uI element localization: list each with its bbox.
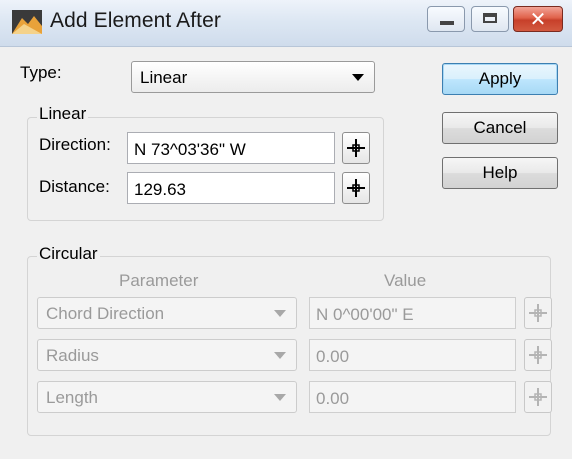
crosshair-icon (529, 304, 547, 322)
crosshair-icon (529, 346, 547, 364)
crosshair-icon (347, 139, 365, 157)
length-input[interactable]: 0.00 (309, 381, 516, 413)
chevron-down-icon (274, 352, 286, 359)
distance-value: 129.63 (134, 180, 186, 199)
radius-pick-button[interactable] (524, 339, 552, 371)
chord-direction-pick-button[interactable] (524, 297, 552, 329)
window-title: Add Element After (50, 9, 221, 32)
parameter-value: Chord Direction (46, 304, 165, 323)
type-select-value: Linear (140, 68, 188, 87)
chevron-down-icon (352, 74, 364, 81)
maximize-button[interactable] (471, 6, 509, 32)
minimize-button[interactable] (427, 6, 465, 32)
linear-group-title: Linear (37, 104, 89, 124)
radius-input[interactable]: 0.00 (309, 339, 516, 371)
chevron-down-icon (274, 394, 286, 401)
length-pick-button[interactable] (524, 381, 552, 413)
direction-input[interactable]: N 73^03'36" W (127, 132, 335, 164)
circular-group-title: Circular (37, 244, 100, 264)
type-select[interactable]: Linear (131, 61, 375, 93)
minimize-icon (440, 21, 454, 25)
title-bar[interactable]: Add Element After ✕ (0, 0, 572, 47)
chord-direction-value: N 0^00'00" E (316, 305, 414, 324)
maximize-icon (483, 13, 497, 23)
direction-value: N 73^03'36" W (134, 140, 246, 159)
value-column-header: Value (384, 271, 427, 290)
distance-input[interactable]: 129.63 (127, 172, 335, 204)
distance-pick-button[interactable] (342, 172, 370, 204)
parameter-select-radius[interactable]: Radius (37, 339, 297, 371)
cancel-button[interactable]: Cancel (442, 112, 558, 144)
parameter-select-chord-direction[interactable]: Chord Direction (37, 297, 297, 329)
parameter-value: Length (46, 388, 98, 407)
radius-value: 0.00 (316, 347, 350, 366)
length-value: 0.00 (316, 389, 350, 408)
close-button[interactable]: ✕ (513, 6, 563, 32)
chord-direction-input[interactable]: N 0^00'00" E (309, 297, 516, 329)
parameter-value: Radius (46, 346, 99, 365)
app-icon (12, 10, 42, 34)
parameter-select-length[interactable]: Length (37, 381, 297, 413)
parameter-column-header: Parameter (119, 271, 199, 290)
distance-label: Distance: (39, 177, 110, 196)
crosshair-icon (529, 388, 547, 406)
direction-label: Direction: (39, 135, 111, 154)
crosshair-icon (347, 179, 365, 197)
apply-button[interactable]: Apply (442, 63, 558, 95)
type-label: Type: (20, 63, 62, 82)
direction-pick-button[interactable] (342, 132, 370, 164)
chevron-down-icon (274, 310, 286, 317)
help-button[interactable]: Help (442, 157, 558, 189)
close-icon: ✕ (529, 7, 547, 31)
